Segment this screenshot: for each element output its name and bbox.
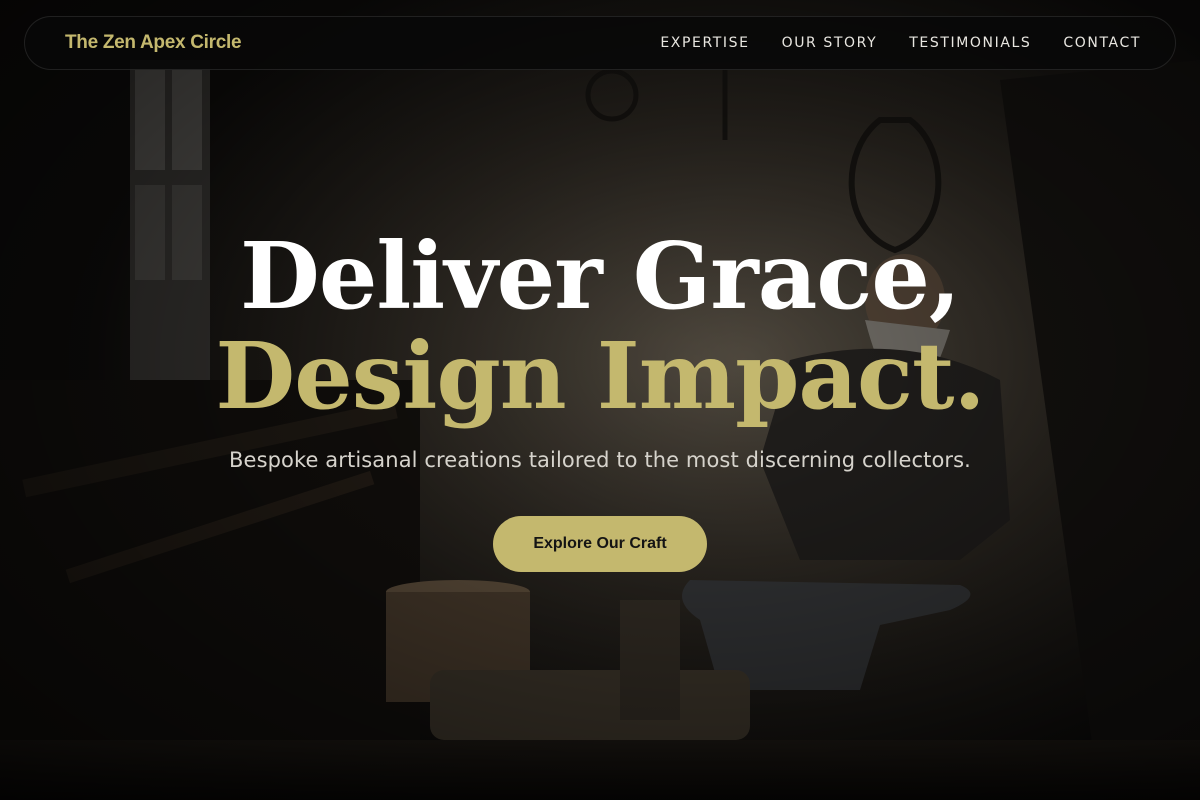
nav-link-testimonials[interactable]: TESTIMONIALS bbox=[909, 35, 1031, 51]
explore-craft-button[interactable]: Explore Our Craft bbox=[493, 516, 707, 572]
top-navbar: The Zen Apex Circle EXPERTISE OUR STORY … bbox=[24, 16, 1176, 70]
hero-headline: Deliver Grace, Design Impact. bbox=[0, 226, 1200, 426]
hero-section: Deliver Grace, Design Impact. Bespoke ar… bbox=[0, 226, 1200, 472]
brand-logo[interactable]: The Zen Apex Circle bbox=[65, 32, 242, 54]
headline-line-2: Design Impact. bbox=[215, 322, 985, 430]
headline-line-1: Deliver Grace, bbox=[240, 222, 961, 330]
nav-link-expertise[interactable]: EXPERTISE bbox=[660, 35, 749, 51]
landing-page: The Zen Apex Circle EXPERTISE OUR STORY … bbox=[0, 0, 1200, 800]
nav-link-contact[interactable]: CONTACT bbox=[1063, 35, 1141, 51]
hero-subtitle: Bespoke artisanal creations tailored to … bbox=[229, 448, 971, 472]
nav-links: EXPERTISE OUR STORY TESTIMONIALS CONTACT bbox=[660, 35, 1141, 51]
nav-link-our-story[interactable]: OUR STORY bbox=[782, 35, 878, 51]
